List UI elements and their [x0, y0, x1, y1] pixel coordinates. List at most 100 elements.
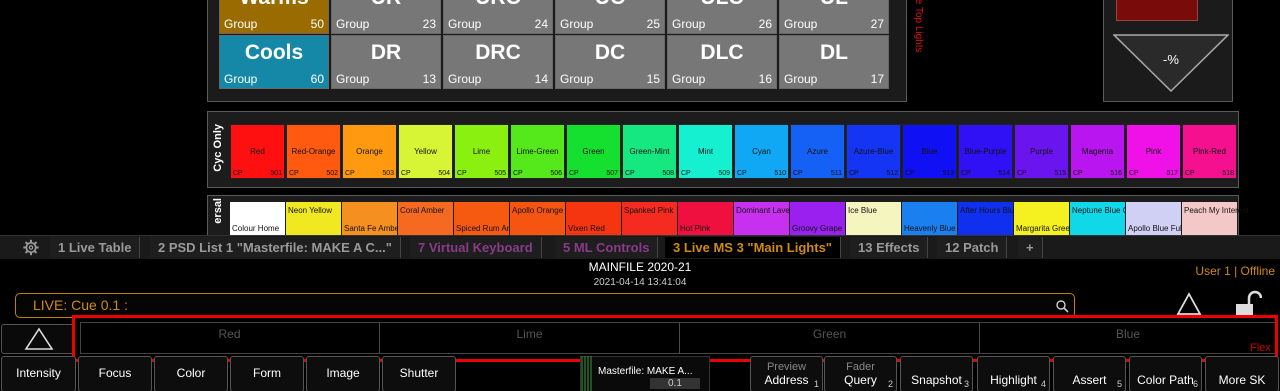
tab[interactable]: 13 Effects [850, 237, 929, 258]
tab[interactable]: 12 Patch [937, 237, 1008, 258]
swatch-id: 514 [998, 170, 1010, 177]
color-swatch[interactable]: Apollo Orange [510, 202, 565, 238]
softkey-button[interactable]: Address Preview 1 [750, 356, 823, 391]
softkey-number: 5 [1116, 379, 1122, 389]
swatch-cp-label: CP [737, 170, 747, 177]
color-swatch[interactable]: Coral Amber [398, 202, 453, 238]
group-number: 14 [534, 72, 548, 86]
color-swatch[interactable]: Azure CP 511 [790, 124, 845, 179]
group-button[interactable]: DC Group 15 [555, 35, 665, 89]
color-swatch[interactable]: Hot Pink [678, 202, 733, 238]
group-button[interactable]: Warms Group 50 [219, 0, 329, 34]
level-plus-button[interactable] [1116, 0, 1198, 21]
color-swatch[interactable]: Apollo Blue Full CTB [1126, 202, 1202, 238]
color-swatch[interactable]: Vixen Red [566, 202, 621, 238]
color-swatch[interactable]: Purple CP 515 [1014, 124, 1069, 179]
color-swatch[interactable]: Lime-Green CP 506 [510, 124, 565, 179]
swatch-id: 510 [774, 170, 786, 177]
color-swatch[interactable]: Magenta CP 516 [1070, 124, 1125, 179]
tab[interactable]: 1 Live Table [50, 237, 141, 258]
category-button[interactable]: Shutter [382, 356, 456, 391]
group-button[interactable]: URC Group 24 [443, 0, 553, 34]
category-button[interactable]: Focus [78, 356, 152, 391]
universal-label: ersal [212, 198, 224, 224]
color-swatch[interactable]: Green-Mint CP 508 [622, 124, 677, 179]
swatch-name: Mint [697, 147, 714, 156]
softkey-button[interactable]: Query Fader 2 [824, 356, 897, 391]
softkey-button[interactable]: Color Path 6 [1129, 356, 1202, 391]
softkey-button[interactable]: Snapshot 3 [900, 356, 973, 391]
color-swatch[interactable]: Spiced Rum Amber [454, 202, 525, 238]
color-swatch[interactable]: Pink CP 517 [1126, 124, 1181, 179]
group-label: Group [336, 17, 370, 31]
tab[interactable]: 2 PSD List 1 "Masterfile: MAKE A C..." [150, 237, 401, 258]
color-swatch[interactable]: Margarita Green [1014, 202, 1074, 238]
color-swatch[interactable]: Santa Fe Amber [342, 202, 402, 238]
group-button[interactable]: UC Group 25 [555, 0, 665, 34]
group-button[interactable]: DLC Group 16 [667, 35, 777, 89]
color-swatch[interactable]: Spanked Pink [622, 202, 677, 238]
fader-label: Masterfile: MAKE A... [598, 366, 693, 377]
swatch-id: 509 [718, 170, 730, 177]
swatch-name: Neon Yellow [288, 206, 333, 215]
softkey-button[interactable]: Assert 5 [1053, 356, 1126, 391]
fader-indicator-icon [581, 356, 592, 391]
gear-icon[interactable] [22, 239, 40, 256]
swatch-cp-label: CP [849, 170, 859, 177]
color-swatch[interactable]: Pink-Red CP 518 [1182, 124, 1237, 179]
color-swatch[interactable]: After Hours Blue [958, 202, 1019, 238]
color-swatch[interactable]: Orange CP 503 [342, 124, 397, 179]
color-swatch[interactable]: Colour Home [230, 202, 285, 238]
group-button[interactable]: DRC Group 14 [443, 35, 553, 89]
swatch-name: Red-Orange [291, 147, 336, 156]
softkey-label: Assert [1072, 373, 1107, 387]
color-swatch[interactable]: Azure-Blue CP 512 [846, 124, 901, 179]
color-swatch[interactable]: Heavenly Blue [902, 202, 957, 238]
softkey-label: More SK [1218, 373, 1266, 387]
group-number: 17 [870, 72, 884, 86]
category-button[interactable]: Intensity [1, 356, 76, 391]
tab[interactable]: + [1018, 237, 1043, 258]
swatch-name: Orange [356, 147, 383, 156]
category-button[interactable]: Form [230, 356, 304, 391]
category-button[interactable]: Color [154, 356, 228, 391]
color-swatch[interactable]: Yellow CP 504 [398, 124, 453, 179]
group-button[interactable]: ULC Group 26 [667, 0, 777, 34]
color-swatch[interactable]: Lime CP 505 [454, 124, 509, 179]
softkey-button[interactable]: More SK [1205, 356, 1279, 391]
group-name: Cools [244, 41, 304, 64]
softkey-number: 2 [887, 379, 893, 389]
color-swatch[interactable]: Neon Yellow [286, 202, 341, 238]
color-swatch[interactable]: Red CP 501 [230, 124, 285, 179]
color-swatch[interactable]: Peach My Interest [1182, 202, 1248, 238]
color-swatch[interactable]: Cyan CP 510 [734, 124, 789, 179]
group-button[interactable]: DR Group 13 [331, 35, 441, 89]
category-button[interactable]: Image [306, 356, 380, 391]
color-swatch[interactable]: Ice Blue [846, 202, 901, 238]
color-swatch[interactable]: Blue-Purple CP 514 [958, 124, 1013, 179]
swatch-name: Pink-Red [1193, 147, 1226, 156]
color-swatch[interactable]: Mint CP 509 [678, 124, 733, 179]
up-arrow-icon[interactable] [1172, 290, 1206, 318]
group-button[interactable]: DL Group 17 [779, 35, 889, 89]
color-swatch[interactable]: Green CP 507 [566, 124, 621, 179]
swatch-cp-label: CP [401, 170, 411, 177]
group-name: DC [594, 41, 626, 64]
color-swatch[interactable]: Dominant Lavender [734, 202, 806, 238]
group-number: 27 [870, 17, 884, 31]
lock-icon[interactable] [1232, 290, 1262, 318]
tab[interactable]: 3 Live MS 3 "Main Lights" [665, 237, 841, 258]
search-icon[interactable] [1055, 299, 1069, 313]
group-button[interactable]: UL Group 27 [779, 0, 889, 34]
cyc-only-label: Cyc Only [212, 124, 224, 172]
group-button[interactable]: UR Group 23 [331, 0, 441, 34]
color-swatch[interactable]: Groovy Grape [790, 202, 845, 238]
color-swatch[interactable]: Blue CP 513 [902, 124, 957, 179]
group-name: UC [556, 0, 664, 10]
color-swatch[interactable]: Red-Orange CP 502 [286, 124, 341, 179]
tab[interactable]: 5 ML Controls [555, 237, 659, 258]
group-button[interactable]: Cools Group 60 [219, 35, 329, 89]
softkey-button[interactable]: Highlight 4 [977, 356, 1050, 391]
tab[interactable]: 7 Virtual Keyboard [410, 237, 542, 258]
color-swatch[interactable]: Neptune Blue Green [1070, 202, 1145, 238]
